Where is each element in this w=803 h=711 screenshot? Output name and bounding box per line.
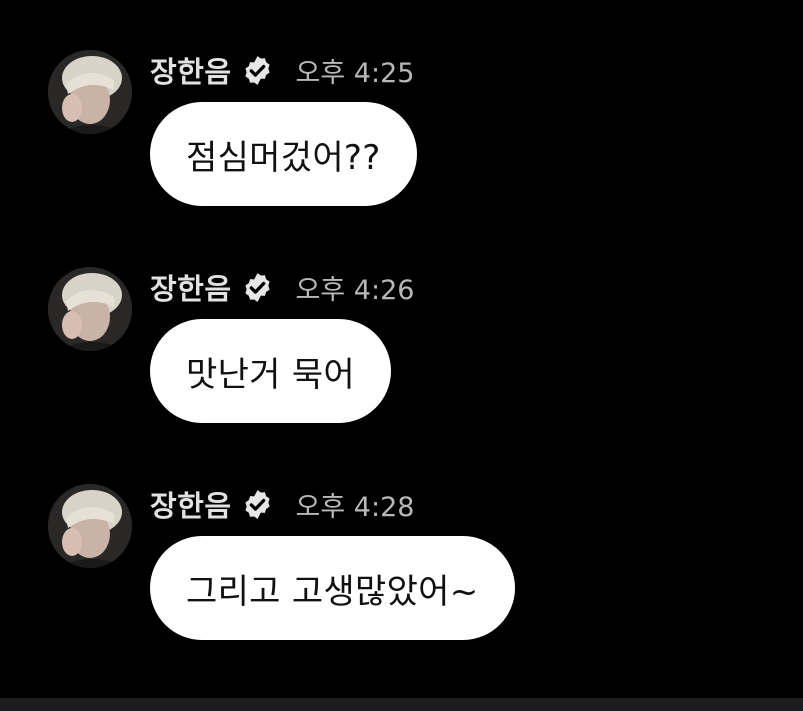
message-text: 맛난거 묵어 [186, 354, 356, 395]
message-time: 오후 4:28 [295, 491, 415, 523]
message-bubble[interactable]: 점심머겄어?? [150, 102, 417, 206]
sender-name[interactable]: 장한음 [150, 266, 232, 308]
message-header: 장한음 오후 4:25 [150, 50, 414, 90]
verified-badge-icon [241, 54, 274, 87]
message-bubble[interactable]: 맛난거 묵어 [150, 319, 392, 423]
message-text: 그리고 고생많았어~ [186, 571, 479, 612]
message-header: 장한음 오후 4:26 [150, 267, 414, 307]
message-time: 오후 4:26 [295, 274, 415, 306]
verified-badge-icon [241, 271, 274, 304]
message-text: 점심머겄어?? [186, 137, 381, 178]
sender-name[interactable]: 장한음 [150, 483, 232, 525]
verified-badge-icon [241, 488, 274, 521]
avatar-photo-icon [48, 50, 132, 134]
sender-name[interactable]: 장한음 [150, 49, 232, 91]
avatar-photo-icon [48, 484, 132, 568]
avatar[interactable] [48, 267, 132, 351]
message-bubble[interactable]: 그리고 고생많았어~ [150, 536, 515, 640]
bottom-bar [0, 698, 803, 711]
message-header: 장한음 오후 4:28 [150, 484, 414, 524]
avatar[interactable] [48, 484, 132, 568]
avatar-photo-icon [48, 267, 132, 351]
message-time: 오후 4:25 [295, 57, 415, 89]
avatar[interactable] [48, 50, 132, 134]
